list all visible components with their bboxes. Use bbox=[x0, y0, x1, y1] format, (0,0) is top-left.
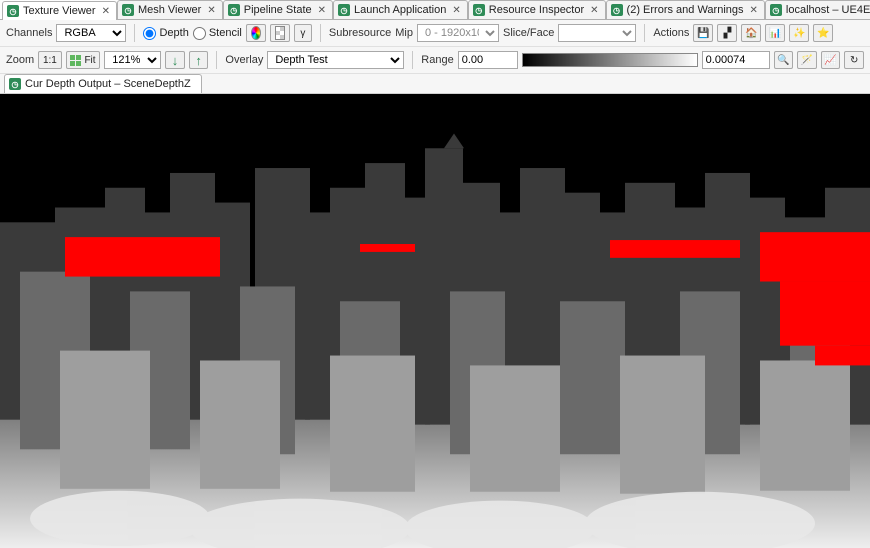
action-bars-button[interactable]: 📊 bbox=[765, 24, 785, 42]
action-home-button[interactable]: 🏠 bbox=[741, 24, 761, 42]
app-icon: ◷ bbox=[9, 78, 21, 90]
overlay-select[interactable]: Depth Test bbox=[267, 51, 404, 69]
tab-label: (2) Errors and Warnings bbox=[627, 4, 744, 16]
tab-localhost-connection[interactable]: ◷ localhost – UE4Editor [PID 22876] bbox=[765, 0, 870, 19]
tab-label: Launch Application bbox=[354, 4, 446, 16]
arrow-up-icon: ↑ bbox=[195, 53, 202, 68]
range-min-input[interactable] bbox=[458, 51, 518, 69]
gamma-button[interactable]: γ bbox=[294, 24, 312, 42]
tab-label: Mesh Viewer bbox=[138, 4, 201, 16]
main-tabstrip: ◷ Texture Viewer ✕ ◷ Mesh Viewer ✕ ◷ Pip… bbox=[0, 0, 870, 20]
zoom-select[interactable]: 121% bbox=[104, 51, 161, 69]
actions-label: Actions bbox=[653, 27, 689, 39]
action-save-button[interactable]: 💾 bbox=[693, 24, 713, 42]
zoom-toolbar: Zoom 1:1 Fit 121% ↓ ↑ Overlay Depth Test… bbox=[0, 47, 870, 74]
range-max-input[interactable] bbox=[702, 51, 770, 69]
zoom-fit-button[interactable]: Fit bbox=[66, 51, 101, 69]
app-icon: ◷ bbox=[7, 5, 19, 17]
mip-label: Mip bbox=[395, 27, 413, 39]
close-icon[interactable]: ✕ bbox=[590, 5, 598, 16]
depth-radio[interactable]: Depth bbox=[143, 27, 188, 40]
overlay-label: Overlay bbox=[225, 54, 263, 66]
home-icon: 🏠 bbox=[745, 28, 757, 39]
depth-radio-input[interactable] bbox=[143, 27, 156, 40]
wand-icon: ✨ bbox=[793, 28, 805, 39]
app-icon: ◷ bbox=[122, 4, 134, 16]
output-tab-label: Cur Depth Output – SceneDepthZ bbox=[25, 78, 191, 90]
depth-radio-label: Depth bbox=[159, 27, 188, 39]
range-reset-button[interactable]: ↻ bbox=[844, 51, 864, 69]
color-wheel-icon bbox=[251, 26, 261, 40]
app-icon: ◷ bbox=[228, 4, 240, 16]
tab-label: Texture Viewer bbox=[23, 5, 96, 17]
channels-select[interactable]: RGBA bbox=[56, 24, 126, 42]
range-label: Range bbox=[421, 54, 453, 66]
fit-label: Fit bbox=[84, 55, 95, 66]
histogram-icon: 📈 bbox=[824, 55, 836, 66]
close-icon[interactable]: ✕ bbox=[318, 5, 326, 16]
action-transform-button[interactable]: ▞ bbox=[717, 24, 737, 42]
star-icon: ⭐ bbox=[817, 28, 829, 39]
divider bbox=[644, 24, 645, 42]
tab-label: localhost – UE4Editor [PID 22876] bbox=[786, 4, 870, 16]
arrow-down-icon: ↓ bbox=[172, 53, 179, 68]
channels-label: Channels bbox=[6, 27, 52, 39]
app-icon: ◷ bbox=[611, 4, 623, 16]
zoom-label: Zoom bbox=[6, 54, 34, 66]
close-icon[interactable]: ✕ bbox=[750, 5, 758, 16]
range-wand-button[interactable]: 🪄 bbox=[797, 51, 817, 69]
tab-launch-application[interactable]: ◷ Launch Application ✕ bbox=[333, 0, 468, 19]
subresource-label: Subresource bbox=[329, 27, 391, 39]
sliceface-select[interactable] bbox=[558, 24, 636, 42]
output-tabstrip: ◷ Cur Depth Output – SceneDepthZ bbox=[0, 74, 870, 94]
output-tab-scenedepthz[interactable]: ◷ Cur Depth Output – SceneDepthZ bbox=[4, 74, 202, 93]
fit-icon bbox=[70, 55, 81, 66]
zoom-in-button[interactable]: ↑ bbox=[189, 51, 209, 69]
tab-resource-inspector[interactable]: ◷ Resource Inspector ✕ bbox=[468, 0, 606, 19]
app-icon: ◷ bbox=[770, 4, 782, 16]
tab-mesh-viewer[interactable]: ◷ Mesh Viewer ✕ bbox=[117, 0, 223, 19]
zoom-1to1-button[interactable]: 1:1 bbox=[38, 51, 62, 69]
stencil-radio-label: Stencil bbox=[209, 27, 242, 39]
range-gradient[interactable] bbox=[522, 53, 698, 67]
sliceface-label: Slice/Face bbox=[503, 27, 554, 39]
checker-icon bbox=[275, 26, 285, 40]
close-icon[interactable]: ✕ bbox=[452, 5, 460, 16]
range-zoom-button[interactable]: 🔍 bbox=[774, 51, 794, 69]
divider bbox=[412, 51, 413, 69]
close-icon[interactable]: ✕ bbox=[102, 6, 110, 17]
tab-label: Resource Inspector bbox=[489, 4, 584, 16]
tab-texture-viewer[interactable]: ◷ Texture Viewer ✕ bbox=[2, 1, 117, 20]
tab-label: Pipeline State bbox=[244, 4, 312, 16]
transform-icon: ▞ bbox=[724, 28, 732, 39]
channels-toolbar: Channels RGBA Depth Stencil γ Subresourc… bbox=[0, 20, 870, 47]
close-icon[interactable]: ✕ bbox=[207, 5, 215, 16]
zoom-out-button[interactable]: ↓ bbox=[165, 51, 185, 69]
action-star-button[interactable]: ⭐ bbox=[813, 24, 833, 42]
app-icon: ◷ bbox=[473, 4, 485, 16]
tab-errors-warnings[interactable]: ◷ (2) Errors and Warnings ✕ bbox=[606, 0, 765, 19]
depth-render bbox=[0, 94, 870, 548]
color-picker-button[interactable] bbox=[246, 24, 266, 42]
reset-range-icon: ↻ bbox=[850, 55, 858, 66]
divider bbox=[216, 51, 217, 69]
divider bbox=[320, 24, 321, 42]
app-icon: ◷ bbox=[338, 4, 350, 16]
tab-pipeline-state[interactable]: ◷ Pipeline State ✕ bbox=[223, 0, 333, 19]
zoom-range-icon: 🔍 bbox=[777, 55, 789, 66]
bars-icon: 📊 bbox=[769, 28, 781, 39]
range-histogram-button[interactable]: 📈 bbox=[821, 51, 841, 69]
mip-select[interactable]: 0 - 1920x1020 bbox=[417, 24, 499, 42]
background-checker-button[interactable] bbox=[270, 24, 290, 42]
wand-range-icon: 🪄 bbox=[801, 55, 813, 66]
save-icon: 💾 bbox=[697, 28, 709, 39]
stencil-radio[interactable]: Stencil bbox=[193, 27, 242, 40]
action-wand-button[interactable]: ✨ bbox=[789, 24, 809, 42]
divider bbox=[134, 24, 135, 42]
texture-viewport[interactable] bbox=[0, 94, 870, 548]
stencil-radio-input[interactable] bbox=[193, 27, 206, 40]
